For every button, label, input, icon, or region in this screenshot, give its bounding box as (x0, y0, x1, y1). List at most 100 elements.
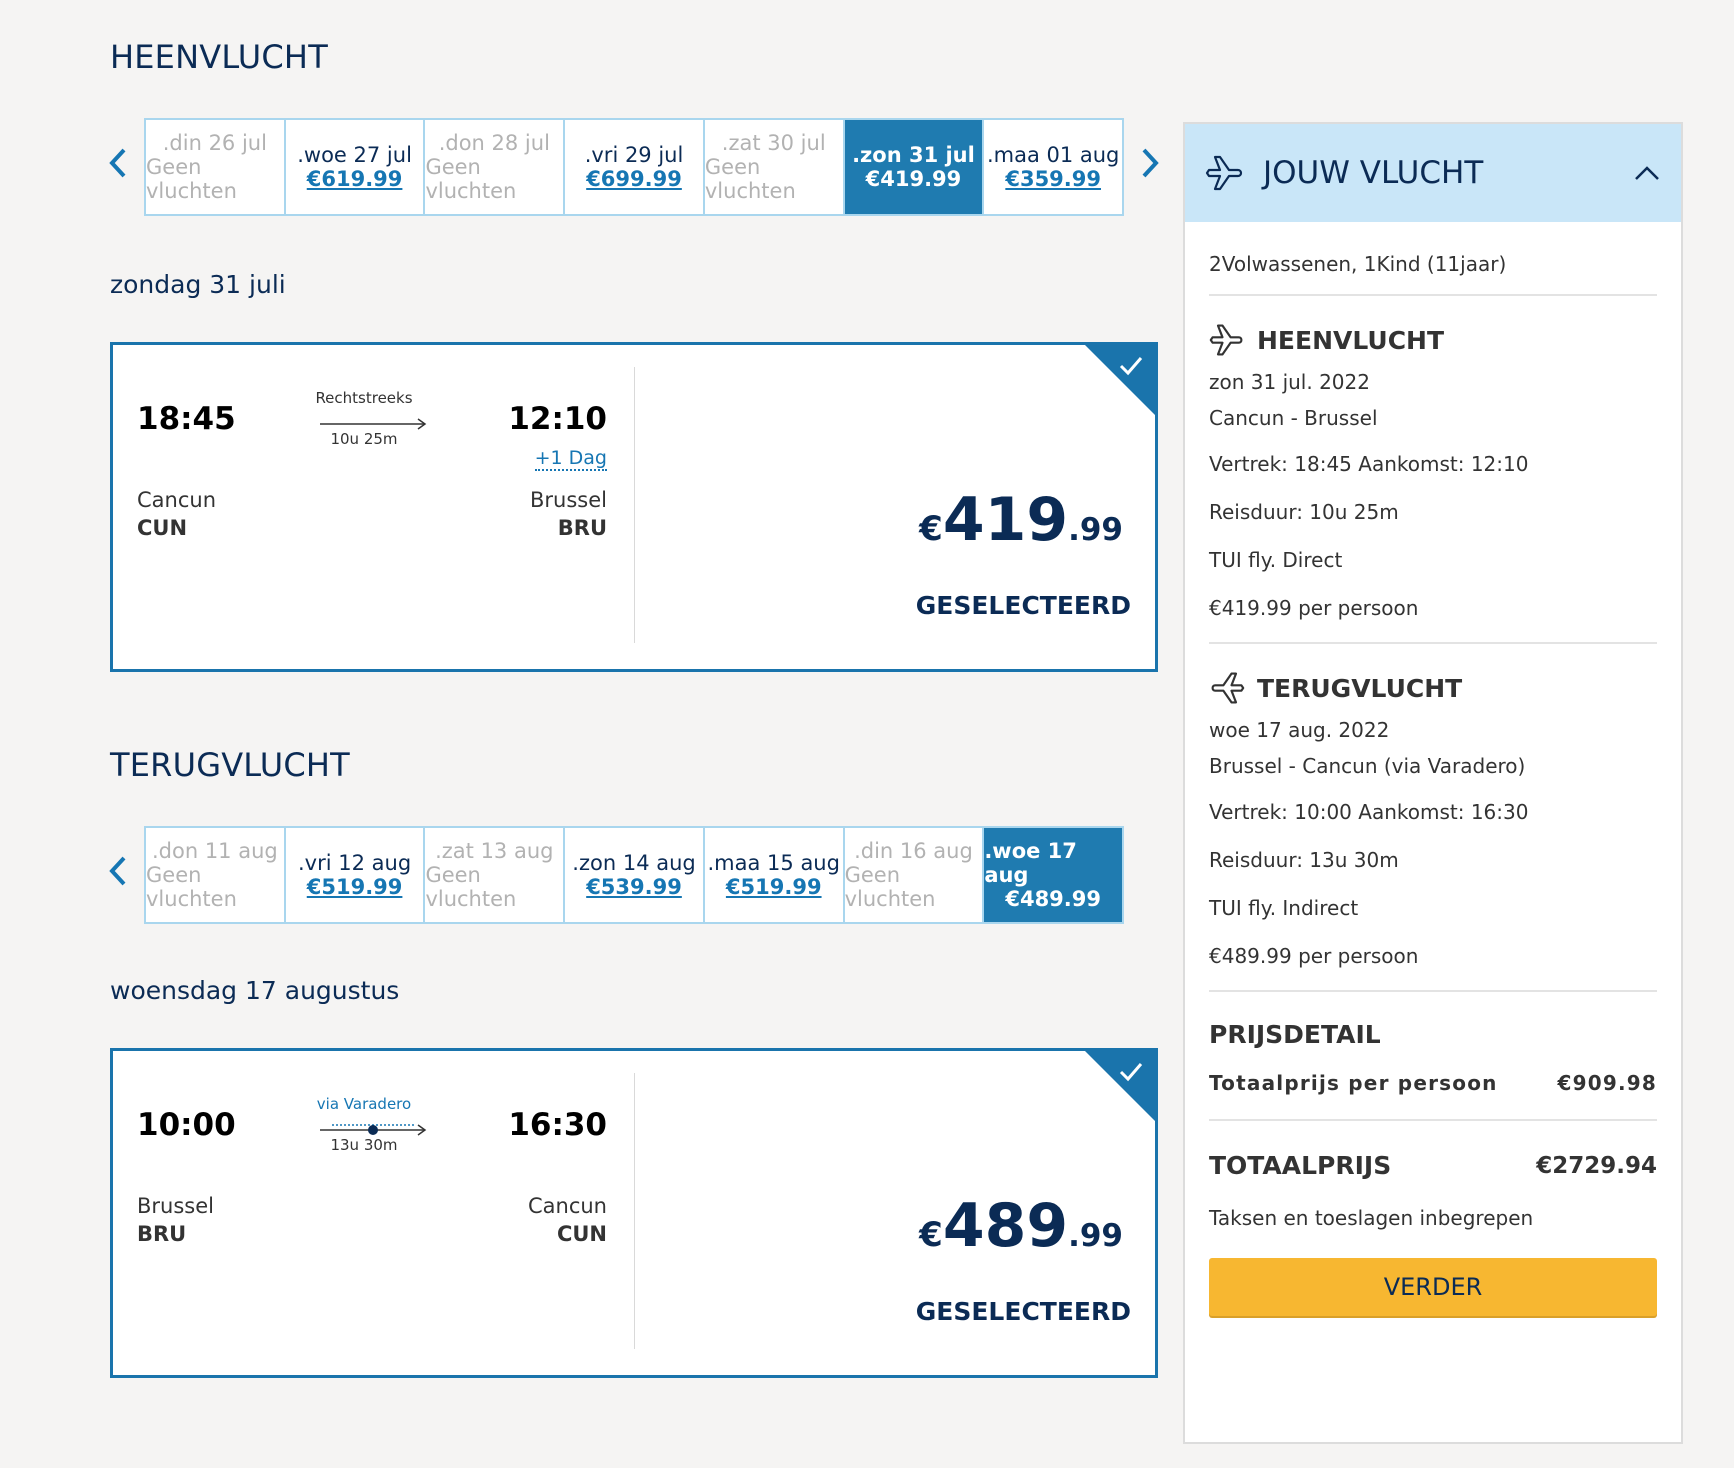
day-label: .zat 13 aug (435, 839, 554, 863)
return-prev-arrow[interactable] (106, 851, 130, 891)
selected-status: GESELECTEERD (915, 591, 1131, 620)
departure-time: 10:00 (137, 1107, 236, 1143)
return-day[interactable]: .woe 17 aug €489.99 (984, 828, 1123, 922)
day-label: .zat 30 jul (721, 131, 826, 155)
flight-type: Rechtstreeks (315, 389, 413, 407)
day-label: .din 26 jul (162, 131, 267, 155)
outbound-flight-card[interactable]: 18:45 Rechtstreeks 10u 25m 12:10 +1 Dag … (110, 342, 1158, 672)
return-day[interactable]: .din 16 aug Geen vluchten (844, 828, 985, 922)
departure-time: 18:45 (137, 401, 236, 437)
return-summary-price: €489.99 per persoon (1209, 944, 1419, 968)
day-price: €699.99 (586, 167, 682, 191)
price-currency: € (919, 509, 943, 549)
return-summary-times: Vertrek: 10:00 Aankomst: 16:30 (1209, 800, 1529, 824)
day-label: .zon 31 jul (852, 143, 975, 167)
return-summary: TERUGVLUCHT woe 17 aug. 2022 Brussel - C… (1209, 644, 1657, 992)
arrival-time: 16:30 (508, 1107, 607, 1143)
outbound-summary: HEENVLUCHT zon 31 jul. 2022 Cancun - Bru… (1209, 296, 1657, 644)
return-day[interactable]: .don 11 aug Geen vluchten (146, 828, 286, 922)
your-flight-panel: JOUW VLUCHT 2Volwassenen, 1Kind (11jaar)… (1183, 122, 1683, 1444)
price-detail: PRIJSDETAIL Totaalprijs per persoon €909… (1209, 992, 1657, 1121)
price-decimals: .99 (1068, 512, 1123, 548)
outbound-next-arrow[interactable] (1138, 143, 1162, 183)
panel-header[interactable]: JOUW VLUCHT (1185, 124, 1681, 222)
day-price: €359.99 (1005, 167, 1101, 191)
return-title: TERUGVLUCHT (110, 746, 350, 784)
passenger-summary: 2Volwassenen, 1Kind (11jaar) (1209, 222, 1657, 296)
day-label: .din 16 aug (854, 839, 973, 863)
flight-price: €419.99 (919, 485, 1123, 555)
outbound-day[interactable]: .woe 27 jul €619.99 (285, 120, 426, 214)
day-label: .woe 27 jul (297, 143, 412, 167)
return-date-strip: .don 11 aug Geen vluchten .vri 12 aug €519… (144, 826, 1124, 924)
plane-icon (1209, 324, 1243, 356)
departure-city: Brussel (137, 1194, 214, 1218)
price-integer: 419 (942, 485, 1069, 555)
continue-button[interactable]: VERDER (1209, 1258, 1657, 1316)
per-person-label: Totaalprijs per persoon (1209, 1071, 1498, 1095)
day-label: .woe 17 aug (984, 839, 1077, 887)
outbound-summary-carrier: TUI fly. Direct (1209, 548, 1343, 572)
return-day[interactable]: .vri 12 aug €519.99 (285, 828, 426, 922)
chevron-left-icon (109, 856, 126, 886)
price-detail-heading: PRIJSDETAIL (1209, 1020, 1381, 1049)
card-divider (634, 367, 635, 643)
chevron-up-icon[interactable] (1633, 164, 1661, 182)
outbound-prev-arrow[interactable] (106, 143, 130, 183)
day-price: Geen vluchten (146, 863, 237, 911)
chevron-right-icon (1142, 148, 1159, 178)
outbound-day[interactable]: .zat 30 jul Geen vluchten (704, 120, 845, 214)
return-date-label: woensdag 17 augustus (110, 976, 400, 1005)
day-price: €519.99 (306, 875, 403, 899)
return-day[interactable]: .maa 15 aug €519.99 (704, 828, 845, 922)
flight-duration: 13u 30m (330, 1136, 398, 1154)
outbound-day[interactable]: .vri 29 jul €699.99 (565, 120, 705, 214)
check-icon (1119, 1063, 1143, 1082)
day-price: €539.99 (586, 875, 682, 899)
arrival-code: BRU (557, 516, 607, 540)
day-price: €519.99 (725, 875, 822, 899)
outbound-date-strip: .din 26 jul Geen vluchten .woe 27 jul €619… (144, 118, 1124, 216)
departure-code: BRU (137, 1222, 187, 1246)
stopover-link[interactable]: via Varadero (308, 1095, 420, 1113)
departure-code: CUN (137, 516, 188, 540)
outbound-summary-heading: HEENVLUCHT (1257, 325, 1445, 355)
per-person-value: €909.98 (1557, 1071, 1657, 1095)
stopover-arrow-icon (320, 1124, 427, 1136)
price-currency: € (919, 1215, 943, 1255)
total-price: TOTAALPRIJS €2729.94 Taksen en toeslagen… (1209, 1121, 1657, 1316)
departure-city: Cancun (137, 488, 217, 512)
outbound-day[interactable]: .din 26 jul Geen vluchten (146, 120, 286, 214)
day-label: .vri 12 aug (298, 851, 412, 875)
day-price: Geen vluchten (146, 155, 237, 203)
outbound-summary-price: €419.99 per persoon (1209, 596, 1419, 620)
return-flight-card[interactable]: 10:00 via Varadero 13u 30m 16:30 Brussel… (110, 1048, 1158, 1378)
price-integer: 489 (942, 1191, 1069, 1261)
return-summary-heading: TERUGVLUCHT (1257, 673, 1463, 703)
arrival-city: Cancun (527, 1194, 607, 1218)
outbound-day[interactable]: .zon 31 jul €419.99 (844, 120, 985, 214)
day-price: Geen vluchten (425, 155, 517, 203)
flight-duration: 10u 25m (330, 430, 398, 448)
day-label: .maa 01 aug (986, 143, 1120, 167)
day-price: €419.99 (865, 167, 962, 191)
outbound-summary-duration: Reisduur: 10u 25m (1209, 500, 1399, 524)
panel-title: JOUW VLUCHT (1263, 155, 1484, 191)
direct-arrow-icon (320, 418, 427, 430)
total-value: €2729.94 (1536, 1152, 1657, 1179)
outbound-day[interactable]: .don 28 jul Geen vluchten (425, 120, 566, 214)
arrival-code: CUN (556, 1222, 607, 1246)
return-day[interactable]: .zon 14 aug €539.99 (565, 828, 705, 922)
return-summary-carrier: TUI fly. Indirect (1209, 896, 1359, 920)
return-summary-route: Brussel - Cancun (via Varadero) (1209, 754, 1526, 778)
day-price: €489.99 (1005, 887, 1101, 911)
plus-day-link[interactable]: +1 Dag (534, 447, 607, 471)
outbound-day[interactable]: .maa 01 aug €359.99 (984, 120, 1123, 214)
arrival-time: 12:10 (508, 401, 607, 437)
plane-icon (1205, 155, 1243, 191)
outbound-summary-times: Vertrek: 18:45 Aankomst: 12:10 (1209, 452, 1529, 476)
return-day[interactable]: .zat 13 aug Geen vluchten (425, 828, 566, 922)
selected-status: GESELECTEERD (915, 1297, 1131, 1326)
day-label: .don 28 jul (438, 131, 550, 155)
outbound-summary-route: Cancun - Brussel (1209, 406, 1378, 430)
